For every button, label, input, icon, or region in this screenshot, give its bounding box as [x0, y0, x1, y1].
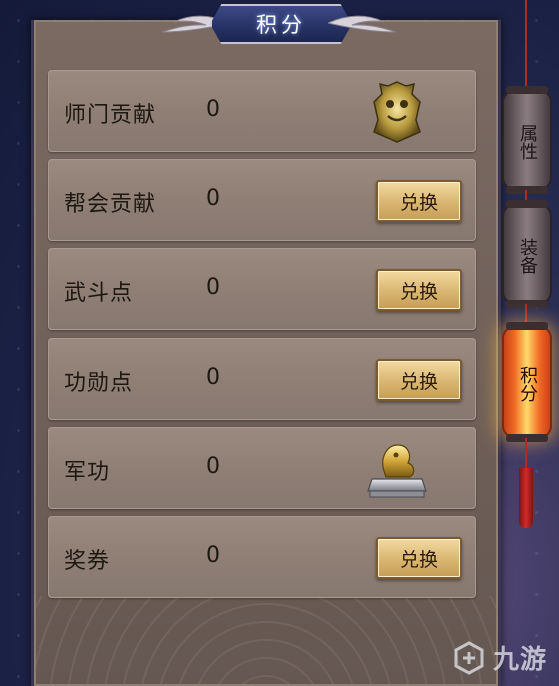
- points-row-bang: 帮会贡献 0 兑换: [48, 159, 476, 241]
- exchange-button[interactable]: 兑换: [376, 359, 462, 401]
- lantern-string: [525, 438, 527, 468]
- tab-points-label: 积分: [517, 366, 538, 402]
- points-row-gongxun: 功勋点 0 兑换: [48, 338, 476, 420]
- row-value: 0: [206, 454, 220, 479]
- exchange-button[interactable]: 兑换: [376, 537, 462, 579]
- title-wing-ornament-right: [328, 15, 397, 33]
- points-row-wudou: 武斗点 0 兑换: [48, 248, 476, 330]
- tab-points[interactable]: 积分: [502, 322, 552, 442]
- tab-attributes-label: 属性: [517, 124, 538, 160]
- title-bar: 积分: [160, 4, 398, 44]
- points-row-jungong: 军功 0: [48, 427, 476, 509]
- panel-bottom-ornament: [34, 596, 498, 686]
- tab-equipment[interactable]: 装备: [502, 200, 552, 308]
- row-value: 0: [206, 186, 220, 211]
- row-label: 师门贡献: [64, 103, 157, 128]
- row-value: 0: [206, 275, 220, 300]
- tab-equipment-label: 装备: [517, 238, 538, 274]
- row-label: 帮会贡献: [64, 192, 157, 217]
- exchange-button[interactable]: 兑换: [376, 269, 462, 311]
- row-label: 军功: [64, 460, 111, 485]
- jiuyou-logo-icon: [454, 640, 484, 675]
- lantern-tab-bar: 属性 装备 积分: [498, 0, 559, 686]
- points-row-jiangquan: 奖券 0 兑换: [48, 516, 476, 598]
- golden-lion-seal-icon: [367, 444, 427, 498]
- lantern-tassel: [519, 468, 533, 528]
- tab-attributes[interactable]: 属性: [502, 86, 552, 194]
- row-value: 0: [206, 97, 220, 122]
- lantern-string: [525, 0, 527, 90]
- page-title: 积分: [256, 13, 306, 37]
- row-label: 奖券: [64, 549, 111, 574]
- exchange-button[interactable]: 兑换: [376, 180, 462, 222]
- row-label: 武斗点: [64, 281, 134, 306]
- watermark-text: 九游: [492, 645, 547, 675]
- row-value: 0: [206, 365, 220, 390]
- watermark: 九游: [451, 639, 547, 676]
- bronze-beast-token-icon: [373, 81, 421, 143]
- points-row-shimen: 师门贡献 0: [48, 70, 476, 152]
- row-value: 0: [206, 543, 220, 568]
- row-label: 功勋点: [64, 371, 134, 396]
